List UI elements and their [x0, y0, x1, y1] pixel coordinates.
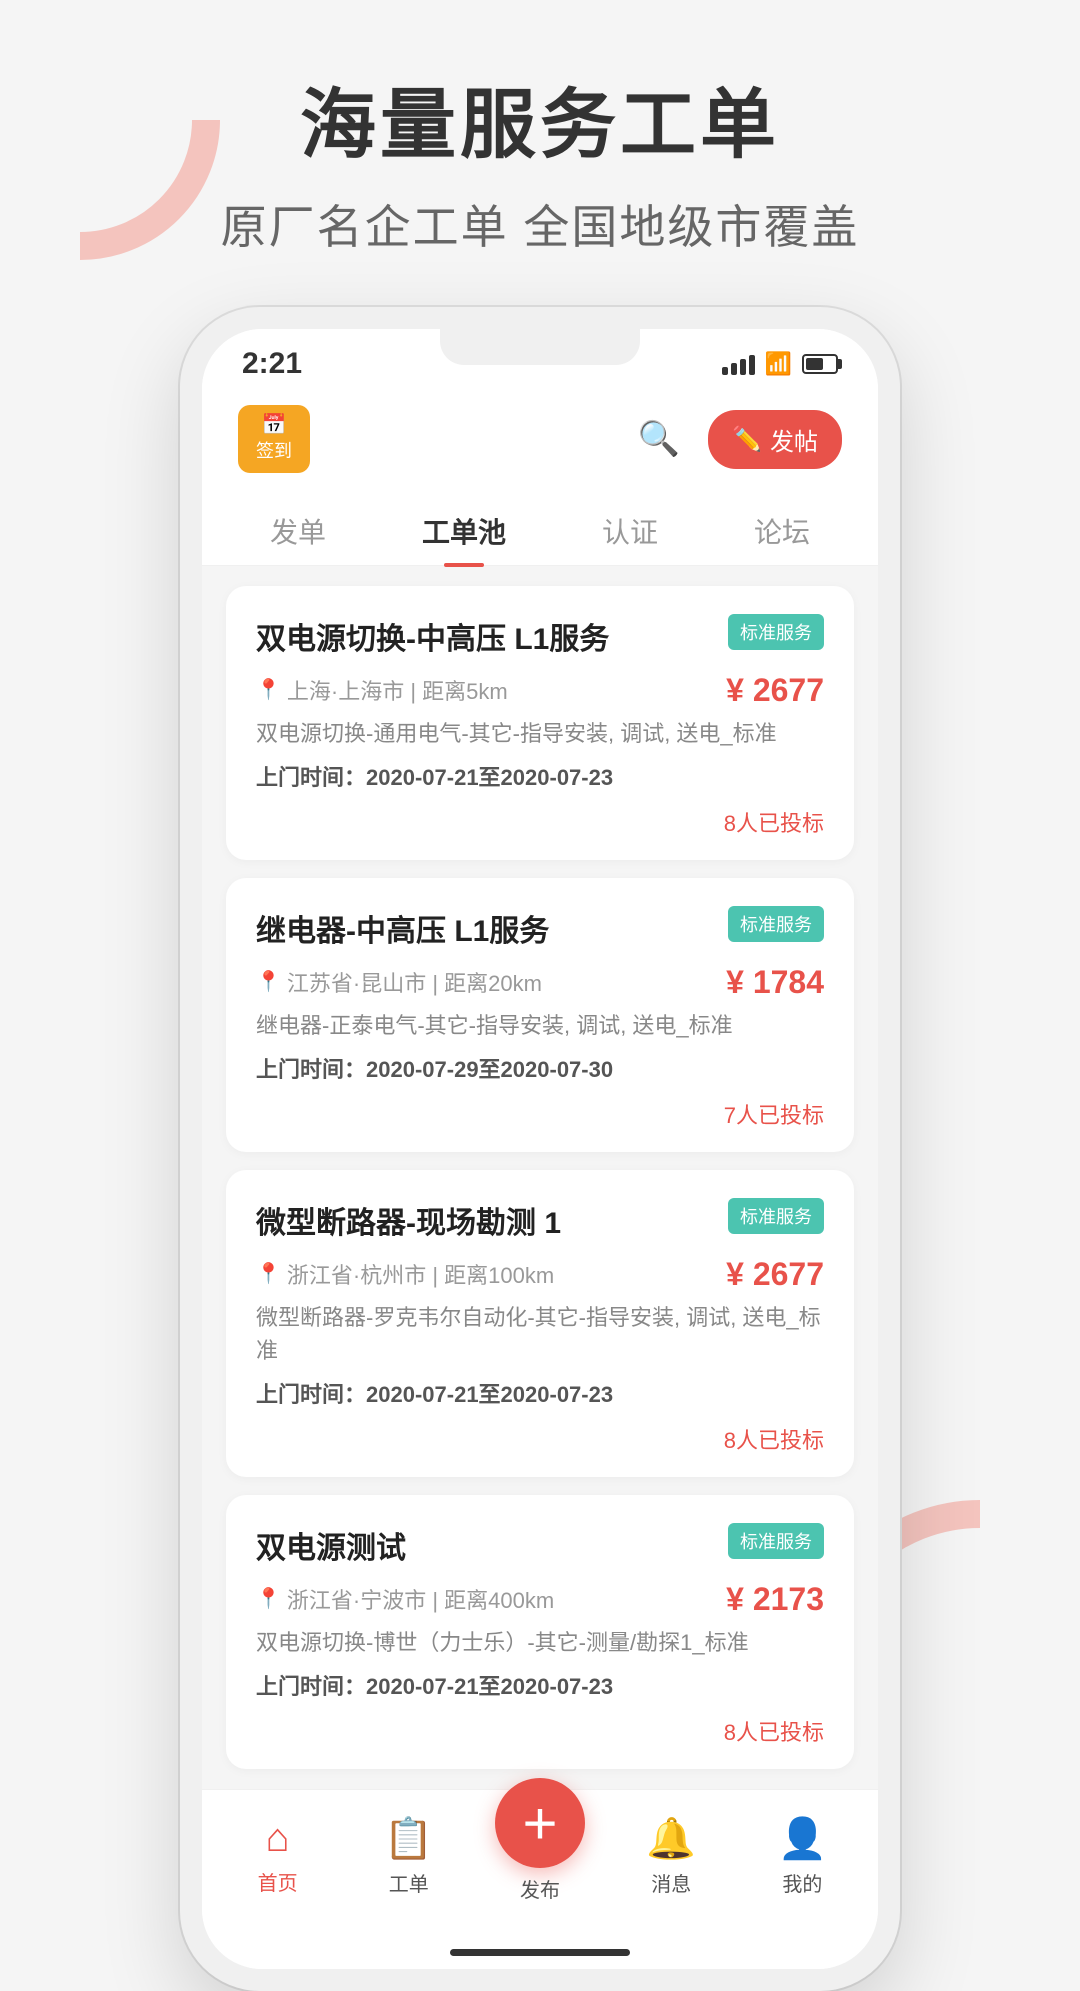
nav-messages-label: 消息 — [651, 1868, 691, 1897]
notch — [440, 329, 640, 365]
location-pin-icon-3: 📍 — [256, 1261, 281, 1286]
service-card-3[interactable]: 微型断路器-现场勘测 1 标准服务 📍 浙江省·杭州市 | 距离100km ¥ … — [226, 1170, 854, 1477]
service-card-4[interactable]: 双电源测试 标准服务 📍 浙江省·宁波市 | 距离400km ¥ 2173 双电… — [226, 1495, 854, 1769]
location-pin-icon-4: 📍 — [256, 1586, 281, 1611]
card-3-badge: 标准服务 — [728, 1198, 824, 1234]
nav-orders-label: 工单 — [389, 1868, 429, 1897]
card-3-bid: 8人已投标 — [256, 1423, 824, 1455]
card-1-location: 📍 上海·上海市 | 距离5km — [256, 674, 508, 706]
card-4-title: 双电源测试 — [256, 1523, 718, 1567]
card-1-title: 双电源切换-中高压 L1服务 — [256, 614, 718, 658]
status-time: 2:21 — [242, 347, 302, 381]
service-card-2[interactable]: 继电器-中高压 L1服务 标准服务 📍 江苏省·昆山市 | 距离20km ¥ 1… — [226, 878, 854, 1152]
nav-messages[interactable]: 🔔 消息 — [606, 1815, 737, 1897]
post-label: 发帖 — [770, 422, 818, 457]
home-icon: ⌂ — [266, 1816, 290, 1861]
nav-publish-label: 发布 — [520, 1874, 560, 1903]
signal-icon — [722, 353, 755, 375]
nav-home[interactable]: ⌂ 首页 — [212, 1816, 343, 1896]
battery-icon — [802, 354, 838, 374]
tab-work-pool[interactable]: 工单池 — [398, 507, 530, 555]
card-4-time: 上门时间：2020-07-21至2020-07-23 — [256, 1669, 824, 1701]
list-icon: 📋 — [384, 1815, 434, 1862]
location-pin-icon-2: 📍 — [256, 969, 281, 994]
card-2-location: 📍 江苏省·昆山市 | 距离20km — [256, 966, 542, 998]
nav-orders[interactable]: 📋 工单 — [343, 1815, 474, 1897]
card-4-location: 📍 浙江省·宁波市 | 距离400km — [256, 1583, 554, 1615]
calendar-icon: 📅 — [262, 415, 287, 435]
location-pin-icon: 📍 — [256, 677, 281, 702]
wifi-icon: 📶 — [765, 351, 792, 377]
card-4-price: ¥ 2173 — [726, 1581, 824, 1618]
home-indicator — [202, 1933, 878, 1969]
sign-in-button[interactable]: 📅 签到 — [238, 405, 310, 473]
nav-publish[interactable]: + 发布 — [474, 1808, 605, 1903]
card-1-price: ¥ 2677 — [726, 672, 824, 709]
card-2-time: 上门时间：2020-07-29至2020-07-30 — [256, 1052, 824, 1084]
bottom-nav: ⌂ 首页 📋 工单 + 发布 🔔 消息 👤 — [202, 1789, 878, 1933]
content-list: 双电源切换-中高压 L1服务 标准服务 📍 上海·上海市 | 距离5km ¥ 2… — [202, 566, 878, 1789]
nav-profile[interactable]: 👤 我的 — [737, 1815, 868, 1897]
publish-button[interactable]: + — [495, 1778, 585, 1868]
status-icons: 📶 — [722, 351, 838, 377]
card-3-price: ¥ 2677 — [726, 1256, 824, 1293]
user-icon: 👤 — [778, 1815, 828, 1862]
search-icon[interactable]: 🔍 — [638, 419, 680, 459]
card-3-time: 上门时间：2020-07-21至2020-07-23 — [256, 1377, 824, 1409]
sign-in-label: 签到 — [256, 437, 292, 463]
card-3-desc: 微型断路器-罗克韦尔自动化-其它-指导安装, 调试, 送电_标准 — [256, 1301, 824, 1367]
tab-post[interactable]: 发单 — [246, 507, 350, 555]
tab-certification[interactable]: 认证 — [578, 507, 682, 555]
card-4-badge: 标准服务 — [728, 1523, 824, 1559]
phone-screen: 2:21 📶 � — [202, 329, 878, 1969]
card-4-bid: 8人已投标 — [256, 1715, 824, 1747]
header-right: 🔍 ✏️ 发帖 — [638, 410, 842, 469]
phone-wrapper: 2:21 📶 � — [0, 307, 1080, 1991]
card-3-title: 微型断路器-现场勘测 1 — [256, 1198, 718, 1242]
plus-icon: + — [522, 1789, 557, 1858]
card-4-desc: 双电源切换-博世（力士乐）-其它-测量/勘探1_标准 — [256, 1626, 824, 1659]
post-button[interactable]: ✏️ 发帖 — [708, 410, 842, 469]
nav-profile-label: 我的 — [782, 1868, 822, 1897]
phone-mockup: 2:21 📶 � — [180, 307, 900, 1991]
card-2-bid: 7人已投标 — [256, 1098, 824, 1130]
card-2-badge: 标准服务 — [728, 906, 824, 942]
app-header: 📅 签到 🔍 ✏️ 发帖 — [202, 391, 878, 487]
card-1-bid: 8人已投标 — [256, 806, 824, 838]
bell-icon: 🔔 — [646, 1815, 696, 1862]
edit-icon: ✏️ — [732, 425, 762, 454]
card-2-desc: 继电器-正泰电气-其它-指导安装, 调试, 送电_标准 — [256, 1009, 824, 1042]
card-2-price: ¥ 1784 — [726, 964, 824, 1001]
card-1-desc: 双电源切换-通用电气-其它-指导安装, 调试, 送电_标准 — [256, 717, 824, 750]
card-1-badge: 标准服务 — [728, 614, 824, 650]
card-3-location: 📍 浙江省·杭州市 | 距离100km — [256, 1258, 554, 1290]
tab-forum[interactable]: 论坛 — [730, 507, 834, 555]
service-card-1[interactable]: 双电源切换-中高压 L1服务 标准服务 📍 上海·上海市 | 距离5km ¥ 2… — [226, 586, 854, 860]
card-1-time: 上门时间：2020-07-21至2020-07-23 — [256, 760, 824, 792]
tab-bar: 发单 工单池 认证 论坛 — [202, 487, 878, 566]
card-2-title: 继电器-中高压 L1服务 — [256, 906, 718, 950]
nav-home-label: 首页 — [258, 1867, 298, 1896]
